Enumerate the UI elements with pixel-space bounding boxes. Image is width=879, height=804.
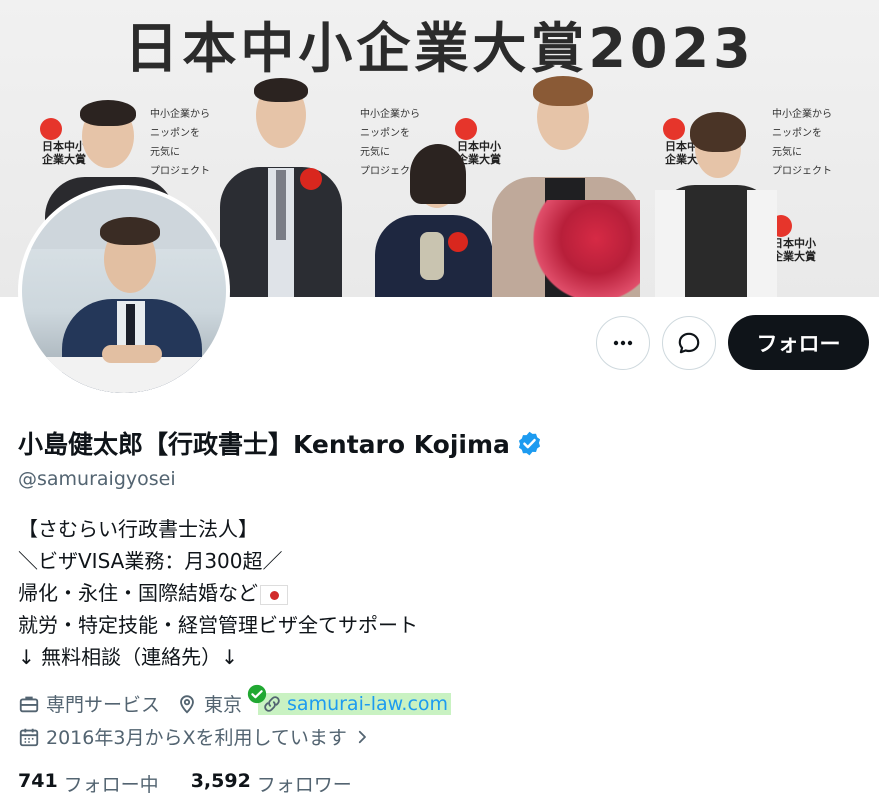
profile-handle: @samuraigyosei — [18, 468, 176, 490]
follow-stats: 741 フォロー中 3,592 フォロワー — [18, 770, 384, 797]
person-hair — [254, 78, 308, 102]
message-button[interactable] — [662, 316, 716, 370]
japan-flag-icon — [260, 584, 288, 605]
profile-meta-row: 専門サービス 東京 samurai-law.com — [18, 684, 467, 717]
profile-joined[interactable]: 2016年3月からXを利用しています — [18, 723, 377, 750]
location-pin-icon — [180, 694, 194, 714]
trophy — [420, 232, 444, 280]
chevron-right-icon — [358, 730, 366, 743]
sleeve — [747, 190, 777, 297]
avatar-photo — [22, 189, 226, 393]
profile-joined-row[interactable]: 2016年3月からXを利用しています — [18, 723, 393, 750]
slogan-text: 中小企業から ニッポンを 元気に プロジェクト — [772, 109, 832, 177]
banner-title: 日本中小企業大賞2023 — [124, 17, 755, 80]
calendar-icon — [19, 728, 39, 746]
briefcase-icon — [19, 696, 39, 712]
more-horizontal-icon — [613, 340, 633, 346]
profile-location: 東京 — [176, 690, 242, 717]
bio-line: 帰化・永住・国際結婚など — [18, 577, 418, 609]
profile-avatar[interactable] — [18, 185, 230, 397]
bio-line: 【さむらい行政書士法人】 — [18, 517, 258, 541]
hands — [102, 345, 162, 363]
rosette — [448, 232, 468, 252]
rosette — [300, 168, 322, 190]
slogan-text: 中小企業から ニッポンを 元気に プロジェクト — [150, 109, 210, 177]
follow-button[interactable]: フォロー — [728, 315, 869, 370]
person-hair — [410, 144, 466, 204]
verified-badge-icon[interactable] — [516, 430, 543, 457]
tie — [276, 170, 286, 240]
profile-category: 専門サービス — [18, 690, 160, 717]
message-bubble-icon — [678, 332, 700, 354]
profile-website[interactable]: samurai-law.com — [247, 684, 452, 715]
bio-line: 就労・特定技能・経営管理ビザ全てサポート — [18, 613, 418, 637]
person-hair — [533, 76, 593, 106]
avatar-hair — [100, 217, 160, 245]
followers-link[interactable]: 3,592 フォロワー — [191, 770, 352, 797]
flower-bouquet — [530, 200, 640, 297]
profile-name-row: 小島健太郎【行政書士】Kentaro Kojima — [18, 425, 543, 461]
person-hair — [80, 100, 136, 126]
check-circle-icon — [247, 684, 267, 703]
award-logo: 日本中小 企業大賞 — [455, 118, 521, 166]
sleeve — [655, 190, 685, 297]
profile-bio: 【さむらい行政書士法人】 ＼ビザVISA業務：月300超／ 帰化・永住・国際結婚… — [18, 513, 418, 673]
bio-line: ＼ビザVISA業務：月300超／ — [18, 549, 283, 573]
following-link[interactable]: 741 フォロー中 — [18, 770, 159, 797]
profile-name: 小島健太郎【行政書士】Kentaro Kojima — [18, 430, 510, 459]
more-button[interactable] — [596, 316, 650, 370]
bio-line: ↓ 無料相談（連絡先）↓ — [18, 645, 238, 669]
award-logo: 日本中小 企業大賞 — [770, 215, 836, 263]
person-hair — [690, 112, 746, 152]
